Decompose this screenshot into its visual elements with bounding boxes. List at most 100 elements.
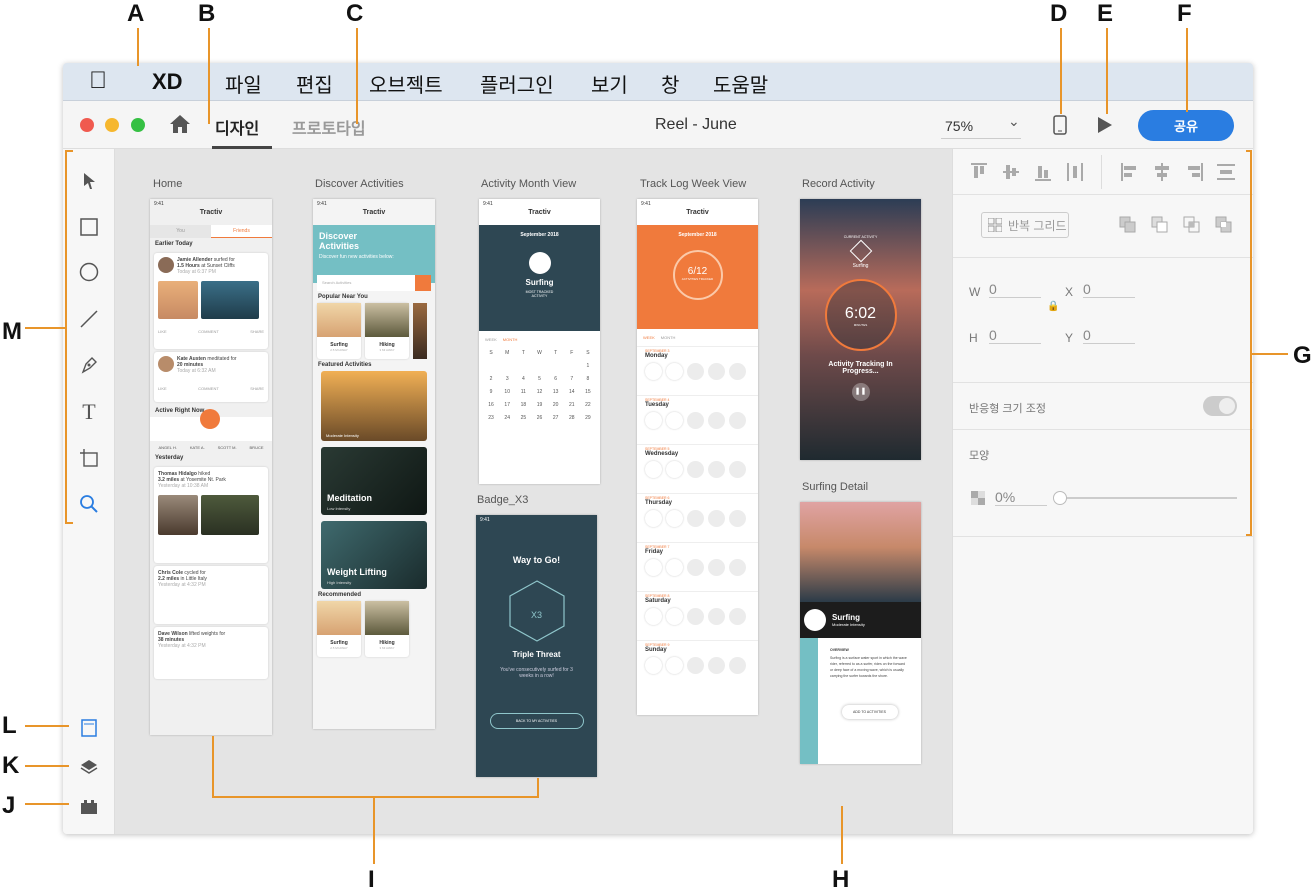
ellipse-tool-icon[interactable] bbox=[77, 260, 101, 284]
boolean-subtract-icon[interactable] bbox=[1151, 216, 1169, 234]
y-input[interactable]: 0 bbox=[1083, 327, 1135, 344]
tab-design[interactable]: 디자인 bbox=[215, 115, 259, 139]
week-day-row[interactable]: SEPTEMBER 3 Monday bbox=[637, 346, 758, 395]
activity-card[interactable]: Hiking 3 MI AWAY bbox=[365, 303, 409, 359]
align-right-icon[interactable] bbox=[1185, 163, 1203, 181]
layers-panel-icon[interactable] bbox=[77, 755, 101, 779]
device-preview-icon[interactable] bbox=[1053, 115, 1067, 140]
calendar-date[interactable]: 17 bbox=[499, 402, 515, 408]
calendar-date[interactable]: 8 bbox=[580, 376, 596, 382]
tab-week[interactable]: WEEK bbox=[643, 335, 655, 340]
featured-card[interactable]: Meditation Low Intensity bbox=[321, 447, 427, 515]
menu-file[interactable]: 파일 bbox=[225, 69, 262, 98]
calendar-date[interactable] bbox=[548, 363, 564, 369]
tab-month[interactable]: MONTH bbox=[503, 337, 518, 342]
calendar-date[interactable] bbox=[515, 363, 531, 369]
height-input[interactable]: 0 bbox=[989, 327, 1041, 344]
align-left-icon[interactable] bbox=[1121, 163, 1139, 181]
calendar-date[interactable]: 7 bbox=[564, 376, 580, 382]
menu-plugins[interactable]: 플러그인 bbox=[480, 69, 554, 98]
opacity-input[interactable]: 0% bbox=[995, 489, 1047, 506]
calendar-date[interactable]: 2 bbox=[483, 376, 499, 382]
feed-card[interactable]: Thomas Hidalgo hiked 3.2 miles at Yosemit… bbox=[154, 467, 268, 563]
share-post-button[interactable]: SHARE bbox=[250, 386, 264, 391]
tab-you[interactable]: You bbox=[150, 225, 211, 238]
activity-slot[interactable] bbox=[645, 657, 662, 674]
text-tool-icon[interactable]: T bbox=[77, 399, 101, 424]
minimize-window-button[interactable] bbox=[105, 118, 119, 132]
line-tool-icon[interactable] bbox=[77, 307, 101, 331]
activity-slot[interactable] bbox=[687, 510, 704, 527]
calendar-date[interactable]: 22 bbox=[580, 402, 596, 408]
activity-slot[interactable] bbox=[666, 608, 683, 625]
calendar-date[interactable]: 25 bbox=[515, 415, 531, 421]
pause-button[interactable]: ❚❚ bbox=[851, 383, 870, 401]
maximize-window-button[interactable] bbox=[131, 118, 145, 132]
chevron-down-icon[interactable]: ⌄ bbox=[1008, 113, 1020, 130]
activity-slot[interactable] bbox=[687, 363, 704, 380]
apple-icon[interactable]:  bbox=[89, 67, 107, 95]
activity-slot[interactable] bbox=[708, 461, 725, 478]
calendar-date[interactable]: 18 bbox=[515, 402, 531, 408]
feed-card[interactable]: Dave Wilson lifted weights for 38 minutes… bbox=[154, 627, 268, 679]
align-center-icon[interactable] bbox=[1153, 163, 1171, 181]
share-button[interactable]: 공유 bbox=[1138, 110, 1234, 141]
home-icon[interactable] bbox=[169, 114, 191, 139]
artboard-month[interactable]: 9:41 Tractiv September 2018 Surfing MOST… bbox=[479, 199, 600, 484]
week-day-row[interactable]: SEPTEMBER 4 Tuesday bbox=[637, 395, 758, 444]
activity-slot[interactable] bbox=[666, 657, 683, 674]
calendar-date[interactable]: 1 bbox=[580, 363, 596, 369]
menu-window[interactable]: 창 bbox=[661, 69, 679, 98]
calendar-date[interactable]: 11 bbox=[515, 389, 531, 395]
play-icon[interactable] bbox=[1097, 116, 1113, 139]
search-activities-input[interactable]: Search Activities bbox=[317, 275, 415, 291]
menu-app-name[interactable]: XD bbox=[152, 69, 183, 95]
activity-slot[interactable] bbox=[729, 608, 746, 625]
calendar-date[interactable]: 14 bbox=[564, 389, 580, 395]
artboard-label-weeklog[interactable]: Track Log Week View bbox=[640, 178, 746, 190]
assets-panel-icon[interactable] bbox=[77, 716, 101, 740]
share-post-button[interactable]: SHARE bbox=[250, 329, 264, 334]
activity-slot[interactable] bbox=[729, 363, 746, 380]
calendar-date[interactable]: 20 bbox=[548, 402, 564, 408]
canvas[interactable]: Home 9:41 Tractiv You Friends Earlier To… bbox=[115, 149, 952, 834]
week-day-row[interactable]: SEPTEMBER 7 Friday bbox=[637, 542, 758, 591]
like-button[interactable]: LIKE bbox=[158, 329, 167, 334]
calendar-date[interactable]: 27 bbox=[548, 415, 564, 421]
activity-slot[interactable] bbox=[708, 608, 725, 625]
artboard-label-discover[interactable]: Discover Activities bbox=[315, 178, 404, 190]
calendar-date[interactable] bbox=[483, 363, 499, 369]
week-day-row[interactable]: SEPTEMBER 8 Saturday bbox=[637, 591, 758, 640]
activity-slot[interactable] bbox=[666, 559, 683, 576]
align-bottom-icon[interactable] bbox=[1035, 163, 1051, 181]
calendar-date[interactable]: 16 bbox=[483, 402, 499, 408]
like-button[interactable]: LIKE bbox=[158, 386, 167, 391]
calendar-date[interactable]: 10 bbox=[499, 389, 515, 395]
width-input[interactable]: 0 bbox=[989, 281, 1041, 298]
select-tool-icon[interactable] bbox=[77, 169, 101, 193]
activity-slot[interactable] bbox=[666, 412, 683, 429]
boolean-add-icon[interactable] bbox=[1119, 216, 1137, 234]
activity-slot[interactable] bbox=[708, 559, 725, 576]
calendar-date[interactable]: 4 bbox=[515, 376, 531, 382]
activity-slot[interactable] bbox=[666, 461, 683, 478]
calendar-date[interactable]: 15 bbox=[580, 389, 596, 395]
zoom-tool-icon[interactable] bbox=[77, 492, 101, 516]
activity-slot[interactable] bbox=[666, 510, 683, 527]
activity-slot[interactable] bbox=[729, 657, 746, 674]
distribute-icon[interactable] bbox=[1067, 163, 1083, 181]
activity-slot[interactable] bbox=[687, 657, 704, 674]
comment-button[interactable]: COMMENT bbox=[198, 386, 219, 391]
calendar-date[interactable] bbox=[564, 363, 580, 369]
feed-card[interactable]: Chris Cole cycled for 2.2 miles in Little… bbox=[154, 566, 268, 624]
calendar-date[interactable]: 9 bbox=[483, 389, 499, 395]
week-day-row[interactable]: SEPTEMBER 6 Thursday bbox=[637, 493, 758, 542]
back-to-activities-button[interactable]: BACK TO MY ACTIVITIES bbox=[489, 713, 584, 729]
activity-slot[interactable] bbox=[729, 461, 746, 478]
activity-slot[interactable] bbox=[645, 461, 662, 478]
activity-slot[interactable] bbox=[687, 608, 704, 625]
record-button[interactable] bbox=[200, 409, 220, 429]
featured-card[interactable]: Moderate Intensity bbox=[321, 371, 427, 441]
opacity-slider-track[interactable] bbox=[1057, 497, 1237, 499]
activity-slot[interactable] bbox=[708, 363, 725, 380]
